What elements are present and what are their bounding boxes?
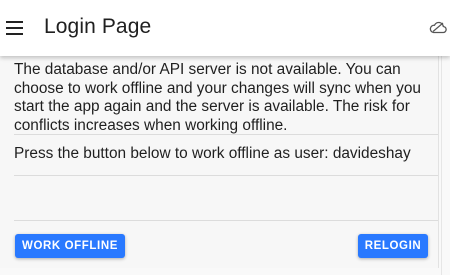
cloud-icon[interactable] [429,20,447,34]
page-title: Login Page [44,15,152,38]
divider [14,220,438,221]
server-unavailable-message: The database and/or API server is not av… [14,61,421,134]
work-offline-button[interactable]: WORK OFFLINE [15,234,125,258]
app-page: Login Page The database and/or API serve… [0,0,450,275]
hamburger-menu-icon[interactable] [6,21,23,35]
app-header: Login Page [0,0,450,56]
work-offline-instruction: Press the button below to work offline a… [14,145,411,162]
divider [14,134,438,135]
relogin-button[interactable]: RELOGIN [358,234,428,258]
divider [14,175,438,176]
